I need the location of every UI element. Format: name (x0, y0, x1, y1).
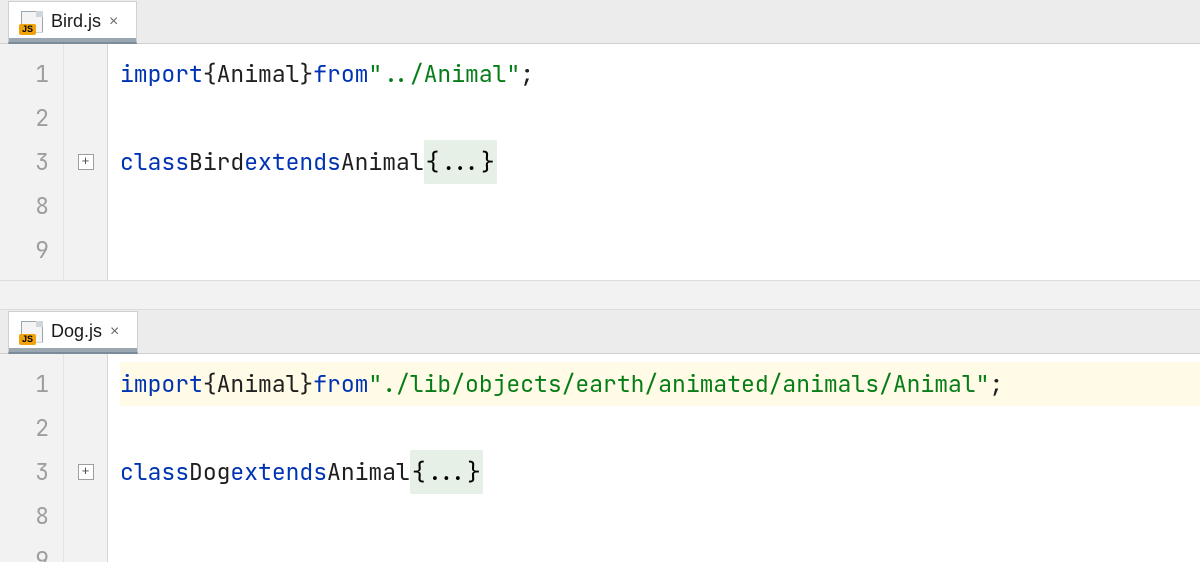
tab-bird-js[interactable]: JS Bird.js × (8, 1, 137, 44)
code-token: import (120, 52, 203, 96)
code-line[interactable] (120, 184, 1200, 228)
code-line[interactable] (120, 494, 1200, 538)
code-token: class (120, 140, 189, 184)
code-area[interactable]: 1 2 3 8 9 + import {Animal} from "./lib/… (0, 354, 1200, 562)
line-number: 9 (0, 538, 49, 562)
code-token: class (120, 450, 189, 494)
code-token: from (313, 52, 368, 96)
close-icon[interactable]: × (110, 323, 119, 341)
code-token: import (120, 362, 203, 406)
tab-bar: JS Dog.js × (0, 310, 1200, 354)
code-line[interactable] (120, 228, 1200, 272)
code-token: {...} (424, 140, 497, 184)
line-number: 1 (0, 52, 49, 96)
fold-gutter: + (64, 354, 108, 562)
line-number-gutter: 1 2 3 8 9 (0, 44, 64, 280)
code-token: from (313, 362, 368, 406)
code-token: Animal (327, 450, 410, 494)
code-token: Bird (189, 140, 244, 184)
code-line[interactable] (120, 406, 1200, 450)
code-line[interactable]: import {Animal} from "./lib/objects/eart… (120, 362, 1200, 406)
code-token: "./lib/objects/earth/animated/animals/An… (368, 362, 989, 406)
fold-gutter: + (64, 44, 108, 280)
code-token: "../Animal" (368, 52, 520, 96)
code-text[interactable]: import {Animal} from "./lib/objects/eart… (108, 354, 1200, 562)
line-number-gutter: 1 2 3 8 9 (0, 354, 64, 562)
code-line[interactable]: class Dog extends Animal{...} (120, 450, 1200, 494)
tab-bar: JS Bird.js × (0, 0, 1200, 44)
line-number: 8 (0, 184, 49, 228)
close-icon[interactable]: × (109, 13, 118, 31)
tab-label: Dog.js (51, 321, 102, 342)
code-token: Animal (341, 140, 424, 184)
line-number: 3 (0, 450, 49, 494)
code-token: {Animal} (203, 362, 313, 406)
tab-dog-js[interactable]: JS Dog.js × (8, 311, 138, 354)
code-token: Dog (189, 450, 230, 494)
code-token: ; (989, 362, 1003, 406)
code-area[interactable]: 1 2 3 8 9 + import {Animal} from "../Ani… (0, 44, 1200, 280)
code-token: extends (230, 450, 327, 494)
code-token: {Animal} (203, 52, 313, 96)
js-file-icon: JS (21, 11, 43, 33)
line-number: 2 (0, 96, 49, 140)
line-number: 2 (0, 406, 49, 450)
code-text[interactable]: import {Animal} from "../Animal"; class B… (108, 44, 1200, 280)
code-line[interactable]: import {Animal} from "../Animal"; (120, 52, 1200, 96)
pane-divider[interactable] (0, 280, 1200, 310)
editor-pane: JS Dog.js × 1 2 3 8 9 + import {Animal} … (0, 310, 1200, 562)
js-file-icon: JS (21, 321, 43, 343)
code-line[interactable] (120, 96, 1200, 140)
editor-pane: JS Bird.js × 1 2 3 8 9 + import {Animal}… (0, 0, 1200, 280)
fold-expand-icon[interactable]: + (78, 154, 94, 170)
fold-expand-icon[interactable]: + (78, 464, 94, 480)
line-number: 9 (0, 228, 49, 272)
line-number: 3 (0, 140, 49, 184)
line-number: 1 (0, 362, 49, 406)
code-line[interactable]: class Bird extends Animal{...} (120, 140, 1200, 184)
code-token: {...} (410, 450, 483, 494)
code-line[interactable] (120, 538, 1200, 562)
code-token: ; (520, 52, 534, 96)
line-number: 8 (0, 494, 49, 538)
code-token: extends (244, 140, 341, 184)
tab-label: Bird.js (51, 11, 101, 32)
